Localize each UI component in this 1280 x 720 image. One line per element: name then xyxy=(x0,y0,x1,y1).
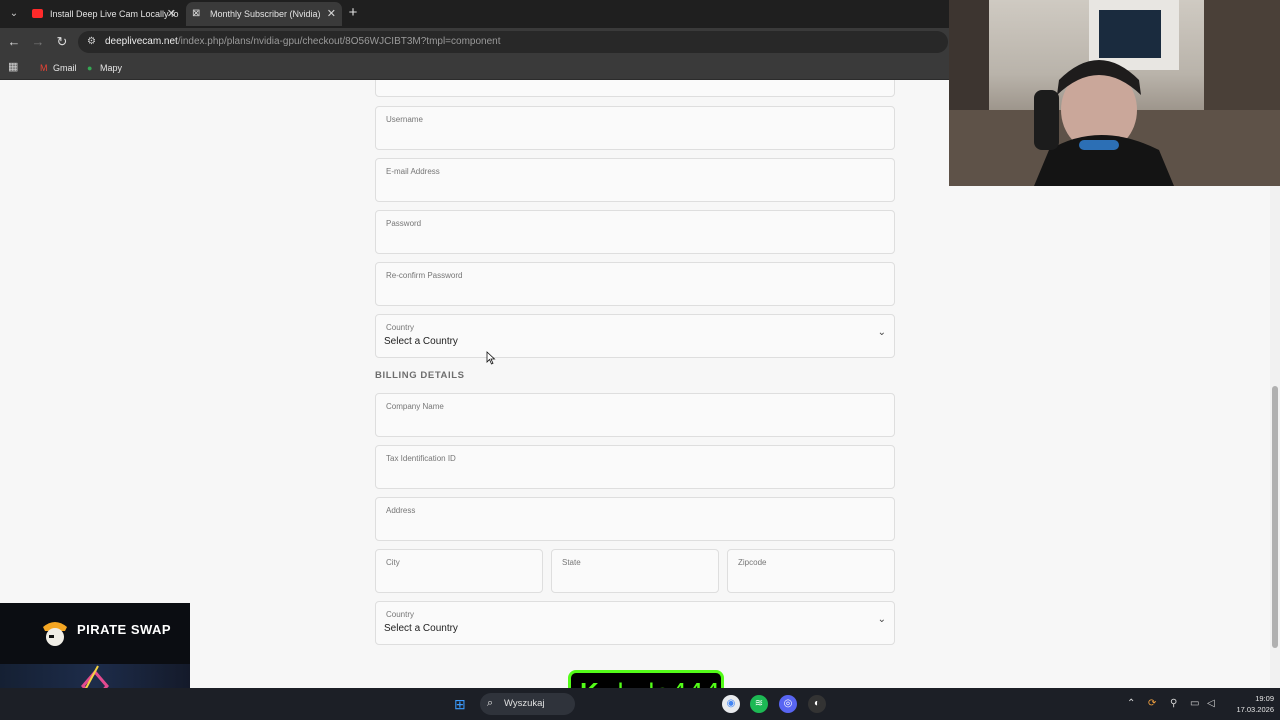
tab-title: Install Deep Live Cam Locally fo xyxy=(50,9,179,19)
field-label: State xyxy=(562,558,581,567)
billing-country-select[interactable]: Country Select a Country ⌄ xyxy=(375,601,895,645)
field-label: Zipcode xyxy=(738,558,767,567)
chevron-down-icon: ⌄ xyxy=(877,614,886,625)
taskbar-clock[interactable]: 19:09 17.03.2026 xyxy=(1226,693,1274,715)
partial-field[interactable] xyxy=(375,80,895,97)
search-placeholder: Wyszukaj xyxy=(504,698,545,709)
field-label: City xyxy=(386,558,400,567)
mouse-cursor-icon xyxy=(486,351,496,365)
country-selected-value: Select a Country xyxy=(384,336,458,347)
country-select[interactable]: Country Select a Country ⌄ xyxy=(375,314,895,358)
field-label: Re-confirm Password xyxy=(386,271,463,280)
taskbar-search[interactable]: ⌕ Wyszukaj xyxy=(480,693,575,715)
email-field[interactable]: E-mail Address xyxy=(375,158,895,202)
youtube-icon xyxy=(32,9,43,18)
field-label: Username xyxy=(386,115,423,124)
obs-icon[interactable]: ◐ xyxy=(808,695,826,713)
billing-country-selected-value: Select a Country xyxy=(384,623,458,634)
chevron-down-icon: ⌄ xyxy=(877,327,886,338)
promo-logo-text: PIRATE SWAP xyxy=(77,622,172,637)
tray-chevron-up-icon[interactable]: ⌃ xyxy=(1127,697,1135,711)
state-field[interactable]: State xyxy=(551,549,719,593)
forward-icon[interactable]: → xyxy=(28,32,48,52)
site-info-icon[interactable]: ⚙ xyxy=(87,36,99,48)
volume-icon[interactable]: ◁ xyxy=(1207,697,1215,711)
webcam-image xyxy=(949,0,1280,186)
microphone-icon[interactable]: ⚲ xyxy=(1170,697,1177,711)
reconfirm-password-field[interactable]: Re-confirm Password xyxy=(375,262,895,306)
close-tab-icon[interactable]: ✕ xyxy=(327,2,336,26)
field-label: Password xyxy=(386,219,422,228)
close-tab-icon[interactable]: ✕ xyxy=(167,2,176,26)
clock-time: 19:09 xyxy=(1255,694,1274,703)
tab-monthly-subscriber[interactable]: ⊠ Monthly Subscriber (Nvidia) ✕ xyxy=(186,2,342,26)
field-label: Country xyxy=(386,610,415,619)
password-field[interactable]: Password xyxy=(375,210,895,254)
bookmark-gmail[interactable]: M Gmail xyxy=(40,60,77,76)
pirate-logo-icon xyxy=(43,622,67,646)
city-field[interactable]: City xyxy=(375,549,543,593)
billing-details-heading: BILLING DETAILS xyxy=(375,370,465,381)
screen: ⌄ Install Deep Live Cam Locally fo ✕ ⊠ M… xyxy=(0,0,1280,720)
bookmark-label: Mapy xyxy=(100,63,123,73)
field-label: Country xyxy=(386,323,415,332)
field-label: E-mail Address xyxy=(386,167,440,176)
chrome-icon[interactable]: ◉ xyxy=(722,695,740,713)
scrollbar-thumb[interactable] xyxy=(1272,386,1278,648)
back-icon[interactable]: ← xyxy=(4,32,24,52)
deeplivecam-favicon: ⊠ xyxy=(192,8,201,19)
address-field[interactable]: Address xyxy=(375,497,895,541)
clock-date: 17.03.2026 xyxy=(1236,705,1274,714)
zipcode-field[interactable]: Zipcode xyxy=(727,549,895,593)
maps-icon: ● xyxy=(87,63,93,73)
discord-icon[interactable]: ◎ xyxy=(779,695,797,713)
tax-id-field[interactable]: Tax Identification ID xyxy=(375,445,895,489)
search-icon: ⌕ xyxy=(487,697,494,709)
tray-sync-icon[interactable]: ⟳ xyxy=(1148,697,1156,711)
field-label: Company Name xyxy=(386,402,444,411)
field-label: Address xyxy=(386,506,416,515)
spotify-icon[interactable]: ≋ xyxy=(750,695,768,713)
new-tab-button[interactable]: + xyxy=(344,4,362,22)
windows-taskbar: ⊞ ⌕ Wyszukaj ◉ ≋ ◎ ◐ ⌃ ⟳ ⚲ ▭ ◁ 19:09 17.… xyxy=(0,688,1280,720)
address-bar[interactable]: ⚙ deeplivecam.net/index.php/plans/nvidia… xyxy=(78,31,948,53)
bookmark-label: Gmail xyxy=(53,63,77,73)
field-label: Tax Identification ID xyxy=(386,454,456,463)
tab-title: Monthly Subscriber (Nvidia) xyxy=(210,9,321,19)
gmail-icon: M xyxy=(40,63,48,73)
apps-grid-icon[interactable]: ▦ xyxy=(8,61,21,74)
url-text: deeplivecam.net/index.php/plans/nvidia-g… xyxy=(105,36,501,47)
tab-search-dropdown-icon[interactable]: ⌄ xyxy=(4,4,24,24)
webcam-overlay xyxy=(949,0,1280,186)
reload-icon[interactable]: ↻ xyxy=(52,32,72,52)
network-icon[interactable]: ▭ xyxy=(1190,697,1199,711)
tab-install-deep-live-cam[interactable]: Install Deep Live Cam Locally fo ✕ xyxy=(26,2,182,26)
bookmark-mapy[interactable]: ● Mapy xyxy=(87,60,122,76)
windows-start-icon[interactable]: ⊞ xyxy=(454,696,470,712)
username-field[interactable]: Username xyxy=(375,106,895,150)
company-name-field[interactable]: Company Name xyxy=(375,393,895,437)
